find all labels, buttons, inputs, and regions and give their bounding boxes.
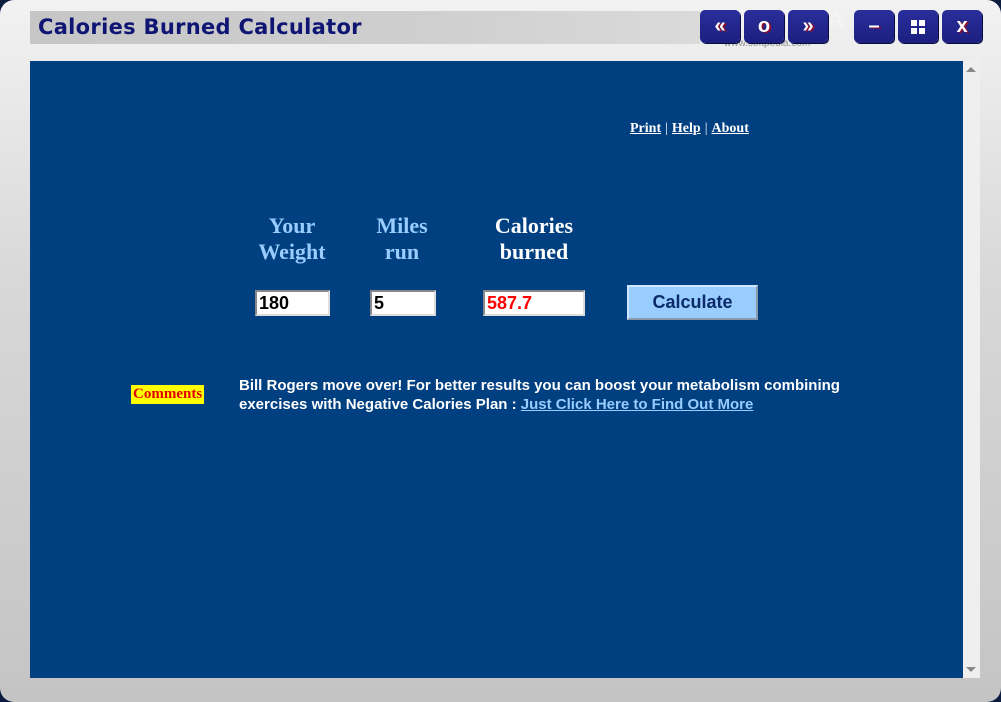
back-button[interactable]: « bbox=[700, 10, 740, 43]
help-link[interactable]: Help bbox=[672, 121, 701, 136]
home-icon: o bbox=[757, 15, 771, 37]
app-window: Calories Burned Calculator SOFTPEDIA www… bbox=[0, 0, 1001, 702]
minimize-button[interactable]: – bbox=[854, 10, 894, 43]
close-icon: x bbox=[956, 15, 968, 37]
maximize-icon bbox=[911, 19, 925, 34]
top-links: Print | Help | About bbox=[630, 121, 749, 137]
title-bar[interactable]: Calories Burned Calculator bbox=[30, 11, 700, 44]
forward-icon: » bbox=[802, 15, 814, 37]
back-icon: « bbox=[714, 15, 726, 37]
weight-input[interactable]: 180 bbox=[255, 290, 330, 316]
forward-button[interactable]: » bbox=[788, 10, 828, 43]
miles-header: Miles run bbox=[376, 213, 428, 264]
calories-header: Calories burned bbox=[494, 213, 574, 264]
link-separator: | bbox=[665, 121, 668, 136]
close-button[interactable]: x bbox=[942, 10, 982, 43]
vertical-scrollbar[interactable] bbox=[963, 61, 980, 678]
home-button[interactable]: o bbox=[744, 10, 784, 43]
find-out-more-link[interactable]: Just Click Here to Find Out More bbox=[521, 396, 754, 413]
calculate-button[interactable]: Calculate bbox=[627, 285, 758, 320]
print-link[interactable]: Print bbox=[630, 121, 661, 136]
maximize-button[interactable] bbox=[898, 10, 938, 43]
comments-text: Bill Rogers move over! For better result… bbox=[239, 376, 889, 414]
calories-output[interactable]: 587.7 bbox=[483, 290, 585, 316]
scroll-down-icon[interactable] bbox=[966, 667, 976, 672]
weight-header: Your Weight bbox=[258, 213, 326, 264]
link-separator: | bbox=[704, 121, 708, 136]
about-link[interactable]: About bbox=[712, 121, 749, 136]
window-title: Calories Burned Calculator bbox=[38, 15, 362, 39]
scroll-up-icon[interactable] bbox=[966, 67, 976, 72]
comments-label: Comments bbox=[131, 385, 205, 404]
miles-input[interactable]: 5 bbox=[370, 290, 436, 316]
minimize-icon: – bbox=[868, 15, 880, 37]
content-area: Print | Help | About Your Weight Miles run C… bbox=[30, 61, 963, 678]
